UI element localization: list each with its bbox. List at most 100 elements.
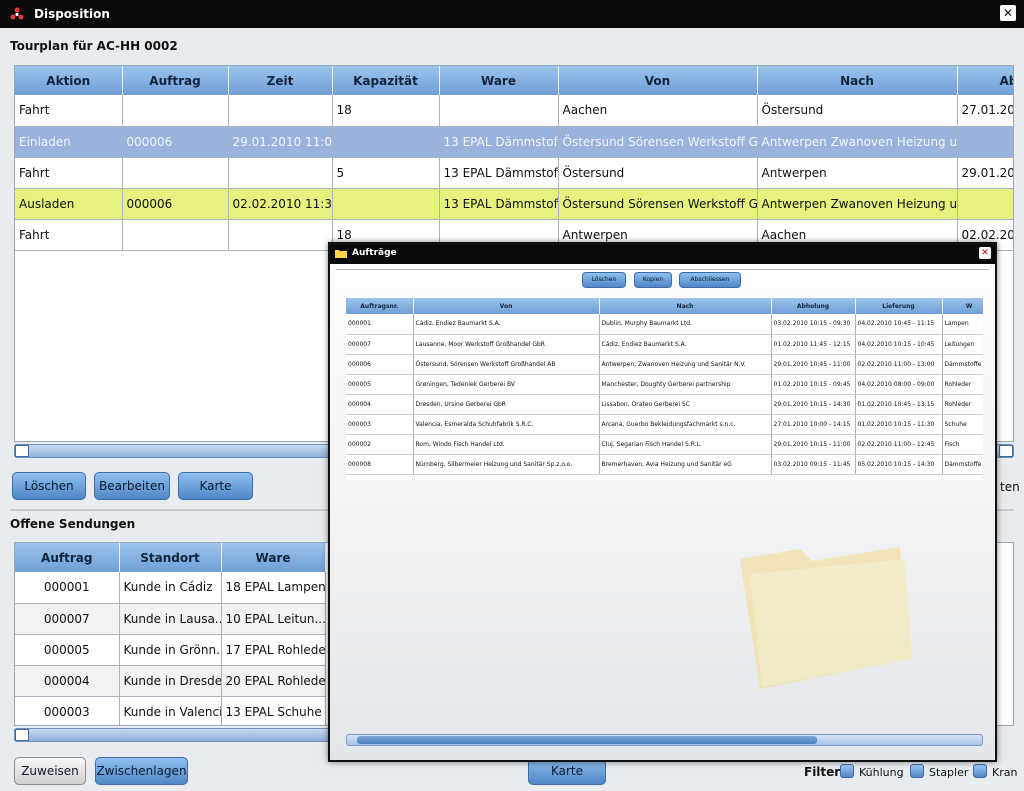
filter-forklift-checkbox[interactable] bbox=[910, 764, 924, 778]
open-shipments-header-row: Auftrag Standort Ware bbox=[15, 543, 326, 572]
table-row[interactable]: 000005 Grøningen, Tedeniek Gerberei BV M… bbox=[346, 374, 983, 395]
table-row[interactable]: 000006 Östersund, Sörensen Werkstoff Gro… bbox=[346, 354, 983, 375]
table-cell: Östersund bbox=[757, 95, 958, 127]
scroll-left-icon[interactable] bbox=[15, 729, 29, 741]
table-cell bbox=[228, 95, 333, 127]
dialog-divider bbox=[336, 269, 989, 270]
table-cell: Fahrt bbox=[15, 219, 123, 251]
filter-cooling-label: Kühlung bbox=[859, 766, 904, 779]
column-header-von[interactable]: Von bbox=[558, 66, 758, 95]
dialog-delete-button[interactable]: Löschen bbox=[582, 272, 626, 288]
app-logo-icon bbox=[10, 7, 24, 20]
table-cell: Kunde in Cádiz bbox=[119, 572, 222, 604]
window-close-icon[interactable]: ✕ bbox=[1000, 5, 1016, 21]
table-row[interactable]: 000004 Dresden, Ursine Gerberei GbR Liss… bbox=[346, 394, 983, 415]
table-cell bbox=[228, 219, 333, 251]
column-header-auftragsnr[interactable]: Auftragsnr. bbox=[346, 298, 414, 314]
dialog-complete-button[interactable]: Abschliessen bbox=[679, 272, 741, 288]
filter-cooling-checkbox[interactable] bbox=[840, 764, 854, 778]
table-cell bbox=[122, 157, 229, 189]
table-row[interactable]: 000005 Kunde in Grönn... 17 EPAL Rohlede… bbox=[15, 634, 326, 666]
window-title: Disposition bbox=[34, 7, 110, 21]
table-cell: Cluj, Segarian Fisch Handel S.R.L. bbox=[599, 434, 772, 455]
table-cell: 000006 bbox=[346, 354, 414, 375]
table-cell: 10 EPAL Leitun... bbox=[221, 603, 326, 635]
column-header-ab[interactable]: Ab bbox=[957, 66, 1013, 95]
column-header-standort[interactable]: Standort bbox=[119, 543, 222, 572]
folder-watermark-icon bbox=[740, 547, 912, 689]
table-cell: 02.02.2010 11:00 - 12:45 bbox=[855, 434, 943, 455]
table-cell: Dresden, Ursine Gerberei GbR bbox=[413, 394, 600, 415]
table-cell bbox=[957, 188, 1013, 220]
filter-crane-label: Kran bbox=[992, 766, 1018, 779]
table-cell: 29.01.2010 10:15 - 11:00 bbox=[771, 434, 856, 455]
table-row[interactable]: 000003 Valencia, Esmeralda Schuhfabrik S… bbox=[346, 414, 983, 435]
table-cell: Kunde in Lausa... bbox=[119, 603, 222, 635]
filter-crane-checkbox[interactable] bbox=[973, 764, 987, 778]
table-cell: Kunde in Dresden bbox=[119, 665, 222, 697]
table-row[interactable]: 000001 Cádiz, Endiez Baumarkt S.A. Dubli… bbox=[346, 314, 983, 335]
column-header-auftrag[interactable]: Auftrag bbox=[122, 66, 229, 95]
column-header-ware[interactable]: Ware bbox=[439, 66, 559, 95]
column-header-ware[interactable]: W bbox=[942, 298, 983, 314]
table-row-highlighted[interactable]: Ausladen 000006 02.02.2010 11:30 13 EPAL… bbox=[15, 188, 1013, 220]
column-header-auftrag[interactable]: Auftrag bbox=[15, 543, 120, 572]
table-cell: Manchester, Doughty Gerberei partnership bbox=[599, 374, 772, 395]
column-header-nach[interactable]: Nach bbox=[599, 298, 772, 314]
tourplan-title: Tourplan für AC-HH 0002 bbox=[10, 39, 178, 53]
table-row[interactable]: 000003 Kunde in Valencia 13 EPAL Schuhe bbox=[15, 696, 326, 725]
scroll-left-icon[interactable] bbox=[15, 445, 29, 457]
open-shipments-horizontal-scrollbar[interactable] bbox=[14, 728, 332, 742]
scrollbar-thumb[interactable] bbox=[357, 736, 817, 744]
table-cell: 04.02.2010 08:00 - 09:00 bbox=[855, 374, 943, 395]
table-cell bbox=[122, 219, 229, 251]
table-row[interactable]: 000007 Kunde in Lausa... 10 EPAL Leitun.… bbox=[15, 603, 326, 635]
window-title-bar: Disposition ✕ bbox=[0, 0, 1024, 28]
table-cell: Grøningen, Tedeniek Gerberei BV bbox=[413, 374, 600, 395]
dialog-copy-button[interactable]: Kopien bbox=[634, 272, 672, 288]
map-button[interactable]: Karte bbox=[178, 472, 253, 500]
table-cell: 5 bbox=[332, 157, 440, 189]
intermediate-storage-button[interactable]: Zwischenlagen bbox=[95, 757, 188, 785]
column-header-ware[interactable]: Ware bbox=[221, 543, 326, 572]
filter-label: Filter: bbox=[804, 765, 846, 779]
table-row[interactable]: 000004 Kunde in Dresden 20 EPAL Rohleder bbox=[15, 665, 326, 697]
orders-horizontal-scrollbar[interactable] bbox=[346, 734, 983, 746]
edit-button[interactable]: Bearbeiten bbox=[94, 472, 170, 500]
table-row[interactable]: 000008 Nürnberg, Silbermeier Heizung und… bbox=[346, 454, 983, 475]
table-cell: Ausladen bbox=[15, 188, 123, 220]
column-header-aktion[interactable]: Aktion bbox=[15, 66, 123, 95]
table-row[interactable]: 000002 Rom, Windo Fisch Handel Ltd. Cluj… bbox=[346, 434, 983, 455]
table-cell bbox=[332, 126, 440, 158]
table-cell: 000002 bbox=[346, 434, 414, 455]
column-header-nach[interactable]: Nach bbox=[757, 66, 958, 95]
dialog-close-icon[interactable]: ✕ bbox=[979, 247, 991, 259]
tourplan-header-row: Aktion Auftrag Zeit Kapazität Ware Von N… bbox=[15, 66, 1013, 95]
table-row[interactable]: Fahrt 18 Aachen Östersund 27.01.2010 bbox=[15, 95, 1013, 127]
column-header-abholung[interactable]: Abholung bbox=[771, 298, 856, 314]
assign-button[interactable]: Zuweisen bbox=[14, 757, 86, 785]
table-cell: Lausanne, Moor Werkstoff Großhandel GbR bbox=[413, 334, 600, 355]
table-cell: Lissabon, Orateo Gerberei SC bbox=[599, 394, 772, 415]
table-cell: Dublin, Murphy Baumarkt Ltd. bbox=[599, 314, 772, 335]
table-cell: 000001 bbox=[346, 314, 414, 335]
table-cell: Arcana, Guerbo Bekleidungsfachmarkt s.n.… bbox=[599, 414, 772, 435]
table-cell: 05.02.2010 10:15 - 14:30 bbox=[855, 454, 943, 475]
table-row[interactable]: Fahrt 5 13 EPAL Dämmstoffe Östersund Ant… bbox=[15, 157, 1013, 189]
scroll-right-icon[interactable] bbox=[999, 445, 1013, 457]
column-header-zeit[interactable]: Zeit bbox=[228, 66, 333, 95]
table-row-selected[interactable]: Einladen 000006 29.01.2010 11:00 13 EPAL… bbox=[15, 126, 1013, 158]
table-row[interactable]: 000007 Lausanne, Moor Werkstoff Großhand… bbox=[346, 334, 983, 355]
table-cell: 000007 bbox=[346, 334, 414, 355]
column-header-lieferung[interactable]: Lieferung bbox=[855, 298, 943, 314]
table-cell: Östersund Sörensen Werkstoff Gr... bbox=[558, 126, 758, 158]
table-cell: Valencia, Esmeralda Schuhfabrik S.R.C. bbox=[413, 414, 600, 435]
column-header-von[interactable]: Von bbox=[413, 298, 600, 314]
delete-button[interactable]: Löschen bbox=[12, 472, 86, 500]
filter-forklift-label: Stapler bbox=[929, 766, 969, 779]
table-cell: Fahrt bbox=[15, 157, 123, 189]
orders-dialog: Aufträge ✕ Löschen Kopien Abschliessen A… bbox=[328, 242, 997, 762]
table-cell bbox=[332, 188, 440, 220]
table-row[interactable]: 000001 Kunde in Cádiz 18 EPAL Lampen bbox=[15, 572, 326, 604]
column-header-kapazitaet[interactable]: Kapazität bbox=[332, 66, 440, 95]
